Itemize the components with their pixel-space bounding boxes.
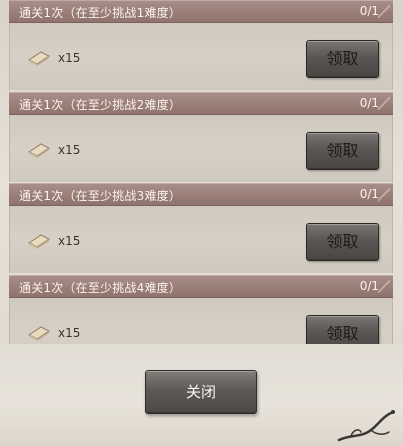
task-title: 通关1次（在至少挑战4难度） [19,281,182,295]
reward-count: x15 [58,143,81,157]
task-list[interactable]: 通关1次（在至少挑战1难度） 0/1 x15 领取 通关1次（在至少挑战2难度）… [9,0,393,344]
task-header: 通关1次（在至少挑战4难度） 0/1 [9,275,393,298]
task-progress: 0/1 [359,187,379,201]
reward-count: x15 [58,51,81,65]
ink-ornament-icon [337,410,395,442]
task-progress: 0/1 [359,4,379,18]
reward-count: x15 [58,326,81,340]
claim-button[interactable]: 领取 [306,223,379,261]
task-item: 通关1次（在至少挑战4难度） 0/1 x15 领取 [9,275,393,344]
task-item: 通关1次（在至少挑战1难度） 0/1 x15 领取 [9,0,393,90]
scroll-icon [28,51,50,66]
task-header: 通关1次（在至少挑战3难度） 0/1 [9,183,393,206]
task-body: x15 领取 [9,23,393,90]
claim-button[interactable]: 领取 [306,315,379,344]
scroll-icon [28,326,50,341]
task-header: 通关1次（在至少挑战2难度） 0/1 [9,92,393,115]
task-body: x15 领取 [9,115,393,182]
reward-count: x15 [58,234,81,248]
task-body: x15 领取 [9,206,393,273]
claim-button[interactable]: 领取 [306,40,379,78]
task-header: 通关1次（在至少挑战1难度） 0/1 [9,0,393,23]
task-title: 通关1次（在至少挑战2难度） [19,98,182,112]
task-progress: 0/1 [359,96,379,110]
rewards-panel: 通关1次（在至少挑战1难度） 0/1 x15 领取 通关1次（在至少挑战2难度）… [0,0,403,446]
task-title: 通关1次（在至少挑战1难度） [19,6,182,20]
close-button[interactable]: 关闭 [145,370,257,414]
task-title: 通关1次（在至少挑战3难度） [19,189,182,203]
task-progress: 0/1 [359,279,379,293]
scroll-icon [28,234,50,249]
claim-button[interactable]: 领取 [306,132,379,170]
task-item: 通关1次（在至少挑战2难度） 0/1 x15 领取 [9,92,393,182]
scroll-icon [28,143,50,158]
task-item: 通关1次（在至少挑战3难度） 0/1 x15 领取 [9,183,393,273]
task-body: x15 领取 [9,298,393,344]
